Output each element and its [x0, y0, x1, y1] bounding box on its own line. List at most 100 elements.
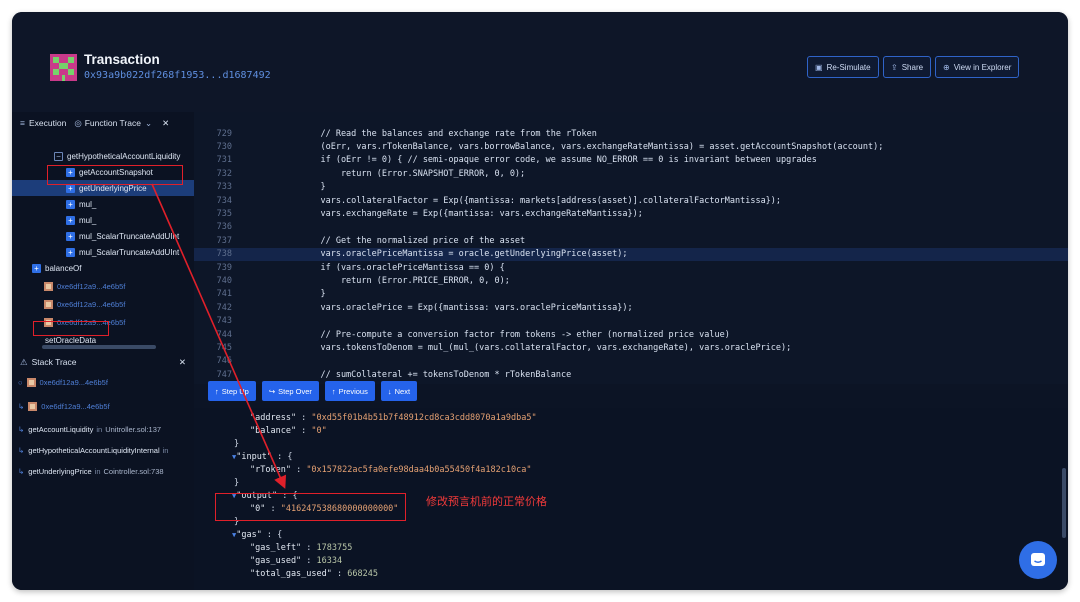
tab-function-trace[interactable]: Function Trace: [85, 118, 141, 128]
line-number: 733: [216, 182, 232, 193]
code-line[interactable]: 738 vars.oraclePriceMantissa = oracle.ge…: [194, 247, 1068, 261]
arrow-up-icon: ↑: [215, 386, 219, 396]
code-line[interactable]: 744 // Pre-compute a conversion factor f…: [194, 328, 1068, 341]
close-icon[interactable]: ✕: [179, 357, 186, 368]
code-text: return (Error.PRICE_ERROR, 0, 0);: [300, 276, 510, 287]
trace-icon: ◎: [74, 117, 82, 128]
return-icon: ↳: [18, 424, 25, 434]
close-icon[interactable]: ✕: [162, 118, 169, 129]
line-number: 737: [216, 235, 232, 246]
json-line: "address" : "0xd55f01b4b51b7f48912cd8ca3…: [250, 412, 537, 423]
header: Transaction 0x93a9b022df268f1953...d1687…: [12, 12, 1068, 112]
stack-row[interactable]: ↳ 0xe6df12a9...4e6b5f: [18, 398, 110, 414]
collapse-icon[interactable]: −: [54, 151, 63, 161]
step-up-button[interactable]: ↑ Step Up: [208, 381, 256, 401]
code-line[interactable]: 735 vars.exchangeRate = Exp({mantissa: v…: [194, 207, 1068, 220]
code-text: }: [300, 182, 326, 193]
view-in-explorer-button[interactable]: ⊕ View in Explorer: [935, 56, 1020, 78]
line-number: 740: [216, 276, 232, 287]
code-line[interactable]: 732 return (Error.SNAPSHOT_ERROR, 0, 0);: [194, 167, 1068, 180]
line-number: 746: [216, 356, 232, 367]
stack-row[interactable]: ↳ getAccountLiquidity in Unitroller.sol:…: [18, 421, 161, 437]
code-line[interactable]: 733 }: [194, 181, 1068, 194]
code-text: // Get the normalized price of the asset: [300, 235, 526, 246]
source-code-view: 729 // Read the balances and exchange ra…: [194, 112, 1068, 384]
share-icon: ⇪: [891, 62, 898, 72]
tree-item[interactable]: + mul_ScalarTruncateAddUInt: [66, 228, 179, 244]
code-line[interactable]: 731 if (oErr != 0) { // semi-opaque erro…: [194, 154, 1068, 167]
expand-icon[interactable]: +: [66, 231, 75, 241]
code-text: // sumCollateral += tokensToDenom * rTok…: [300, 369, 572, 380]
step-over-button[interactable]: ↪ Step Over: [261, 381, 319, 401]
expand-icon[interactable]: +: [66, 199, 75, 209]
code-line[interactable]: 736: [194, 221, 1068, 234]
tree-item[interactable]: − getHypotheticalAccountLiquidity: [54, 148, 180, 164]
re-simulate-button[interactable]: ▣ Re-Simulate: [807, 56, 879, 78]
return-icon: ↳: [18, 445, 25, 455]
tree-item[interactable]: 0xe6df12a9...4e6b5f: [44, 296, 125, 312]
expand-icon[interactable]: +: [66, 247, 75, 257]
chevron-down-icon[interactable]: ⌄: [145, 118, 152, 129]
json-line: "gas_used" : 16334: [250, 555, 343, 566]
code-line[interactable]: 729 // Read the balances and exchange ra…: [194, 127, 1068, 140]
code-line[interactable]: 740 return (Error.PRICE_ERROR, 0, 0);: [194, 274, 1068, 287]
code-line[interactable]: 745 vars.tokensToDenom = mul_(mul_(vars.…: [194, 341, 1068, 354]
chat-icon: [1031, 553, 1045, 566]
circle-icon: ○: [18, 377, 23, 387]
tree-item[interactable]: + mul_: [66, 212, 96, 228]
line-number: 730: [216, 142, 232, 153]
json-line: "gas_left" : 1783755: [250, 542, 353, 553]
stack-row[interactable]: ↳ getUnderlyingPrice in Cointroller.sol:…: [18, 463, 164, 479]
line-number: 742: [216, 302, 232, 313]
tree-item[interactable]: + mul_ScalarTruncateAddUInt: [66, 244, 179, 260]
vertical-scrollbar[interactable]: [1062, 468, 1066, 538]
code-line[interactable]: 746: [194, 355, 1068, 368]
code-text: vars.collateralFactor = Exp({mantissa: m…: [300, 195, 782, 206]
json-line[interactable]: ▼ "gas" : {: [232, 528, 282, 541]
code-text: (oErr, vars.rTokenBalance, vars.borrowBa…: [300, 142, 884, 153]
json-line: "rToken" : "0x157822ac5fa0efe98daa4b0a55…: [250, 464, 532, 475]
tree-item[interactable]: + balanceOf: [32, 260, 81, 276]
tree-item[interactable]: + mul_: [66, 196, 96, 212]
tree-item[interactable]: 0xe6df12a9...4e6b5f: [44, 278, 125, 294]
code-text: if (oErr != 0) { // semi-opaque error co…: [300, 155, 817, 166]
tab-execution[interactable]: Execution: [29, 118, 66, 128]
function-trace-panel: ≡ Execution ◎ Function Trace ⌄ ✕ − getHy…: [12, 112, 194, 352]
code-line[interactable]: 730 (oErr, vars.rTokenBalance, vars.borr…: [194, 140, 1068, 153]
code-line[interactable]: 739 if (vars.oraclePriceMantissa == 0) {: [194, 261, 1068, 274]
line-number: 732: [216, 168, 232, 179]
code-line[interactable]: 747 // sumCollateral += tokensToDenom * …: [194, 368, 1068, 381]
code-text: vars.exchangeRate = Exp({mantissa: vars.…: [300, 209, 643, 220]
line-number: 741: [216, 289, 232, 300]
stack-row[interactable]: ○ 0xe6df12a9...4e6b5f: [18, 374, 108, 390]
page-title: Transaction: [84, 52, 160, 67]
line-number: 744: [216, 329, 232, 340]
highlight-box-setoracledata: [33, 321, 109, 336]
stack-row[interactable]: ↳ getHypotheticalAccountLiquidityInterna…: [18, 442, 171, 458]
code-line[interactable]: 743: [194, 315, 1068, 328]
line-number: 745: [216, 343, 232, 354]
warning-icon: ⚠: [20, 356, 28, 367]
transaction-hash[interactable]: 0x93a9b022df268f1953...d1687492: [84, 70, 271, 81]
expand-icon[interactable]: +: [32, 263, 41, 273]
list-icon: ≡: [20, 118, 25, 128]
stack-trace-panel: ⚠ Stack Trace ✕ ○ 0xe6df12a9...4e6b5f ↳ …: [12, 352, 194, 590]
contract-icon: [28, 401, 38, 411]
json-line: }: [234, 477, 240, 488]
chat-support-button[interactable]: [1019, 541, 1057, 579]
code-line[interactable]: 741 }: [194, 288, 1068, 301]
code-text: return (Error.SNAPSHOT_ERROR, 0, 0);: [300, 168, 526, 179]
next-button[interactable]: ↓ Next: [380, 381, 418, 401]
code-line[interactable]: 734 vars.collateralFactor = Exp({mantiss…: [194, 194, 1068, 207]
code-line[interactable]: 742 vars.oraclePrice = Exp({mantissa: va…: [194, 301, 1068, 314]
json-line[interactable]: ▼ "input" : {: [232, 450, 293, 463]
line-number: 747: [216, 369, 232, 380]
expand-icon[interactable]: +: [66, 215, 75, 225]
previous-button[interactable]: ↑ Previous: [324, 381, 375, 401]
code-line[interactable]: 737 // Get the normalized price of the a…: [194, 234, 1068, 247]
horizontal-scrollbar[interactable]: [42, 345, 156, 349]
share-button[interactable]: ⇪ Share: [883, 56, 932, 78]
line-number: 729: [216, 128, 232, 139]
app-window: Transaction 0x93a9b022df268f1953...d1687…: [12, 12, 1068, 590]
highlight-box-getunderlyingprice: [47, 165, 183, 185]
